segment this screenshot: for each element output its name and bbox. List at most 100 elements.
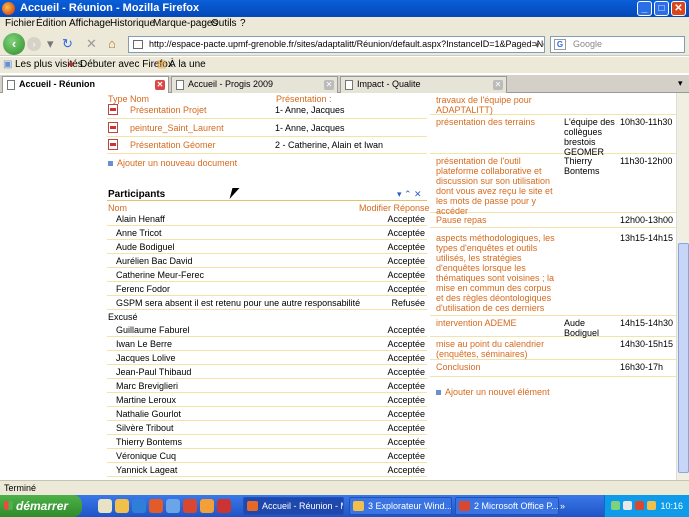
participant-response: Acceptée: [387, 409, 425, 419]
tab-list-icon[interactable]: ▾: [678, 78, 683, 89]
agenda-topic[interactable]: présentation des terrains: [436, 117, 556, 127]
menu-outils[interactable]: Outils: [211, 18, 237, 29]
agenda-topic[interactable]: présentation de l'outil plateforme colla…: [436, 156, 556, 216]
participant-row: Catherine Meur-Ferec Acceptée: [107, 268, 427, 282]
participant-name: GSPM sera absent il est retenu pour une …: [116, 298, 361, 308]
history-dropdown-icon[interactable]: ▾: [47, 37, 54, 51]
tray-volume-icon[interactable]: [623, 501, 632, 510]
forward-button[interactable]: ›: [27, 37, 41, 51]
minimize-button[interactable]: _: [637, 1, 652, 16]
tray-network-icon[interactable]: [611, 501, 620, 510]
maximize-button[interactable]: □: [654, 1, 669, 16]
agenda-topic[interactable]: Pause repas: [436, 215, 556, 225]
agenda-topic[interactable]: aspects méthodologiques, les types d'enq…: [436, 233, 556, 313]
stop-icon[interactable]: ✕: [86, 37, 97, 51]
agenda-row: Conclusion 16h30-17h: [430, 361, 676, 377]
quicklaunch-pdf-icon[interactable]: [217, 499, 231, 513]
taskbar-expand-icon[interactable]: »: [560, 501, 565, 511]
task-explorer-icon: [353, 501, 364, 511]
start-button[interactable]: démarrer: [0, 495, 82, 517]
home-icon[interactable]: ⌂: [108, 37, 116, 51]
tab-progis[interactable]: Accueil - Progis 2009 ✕: [171, 76, 338, 93]
participants-web-part-controls[interactable]: ▾ ⌃ ✕: [397, 189, 422, 200]
participant-response: Acceptée: [387, 325, 425, 335]
task-firefox[interactable]: Accueil - Réunion - M...: [243, 497, 344, 515]
agenda-topic[interactable]: intervention ADEME: [436, 318, 556, 328]
agenda-topic[interactable]: Conclusion: [436, 362, 556, 372]
task-explorer[interactable]: 3 Explorateur Wind...: [349, 497, 452, 515]
search-placeholder: Google: [573, 39, 603, 49]
add-document-link[interactable]: Ajouter un nouveau document: [108, 158, 237, 168]
task-office[interactable]: 2 Microsoft Office P...: [455, 497, 559, 515]
scrollbar-thumb[interactable]: [678, 243, 689, 473]
tab-page-icon: [345, 80, 353, 90]
menu-edition[interactable]: Édition: [36, 18, 67, 29]
task-label: 3 Explorateur Wind...: [368, 501, 452, 511]
task-label: 2 Microsoft Office P...: [474, 501, 559, 511]
participant-response: Acceptée: [387, 395, 425, 405]
agenda-time: 14h30-15h15: [620, 339, 674, 349]
participant-row: GSPM sera absent il est retenu pour une …: [107, 296, 427, 310]
url-dropdown-icon[interactable]: ▾: [535, 38, 540, 52]
agenda-time: 16h30-17h: [620, 362, 664, 372]
participant-response: Acceptée: [387, 437, 425, 447]
quicklaunch-desktop-icon[interactable]: [98, 499, 112, 513]
tab-impact[interactable]: Impact - Qualite ✕: [340, 76, 507, 93]
menu-affichage[interactable]: Affichage: [69, 18, 111, 29]
window-titlebar: Accueil - Réunion - Mozilla Firefox _ □ …: [0, 0, 689, 17]
participant-row: Ferenc Fodor Acceptée: [107, 282, 427, 296]
menu-help[interactable]: ?: [240, 18, 246, 29]
menu-historique[interactable]: Historique: [110, 18, 155, 29]
url-bar[interactable]: http://espace-pacte.upmf-grenoble.fr/sit…: [128, 36, 545, 53]
participant-response: Acceptée: [387, 423, 425, 433]
quicklaunch-firefox-icon[interactable]: [149, 499, 163, 513]
add-agenda-label: Ajouter un nouvel élément: [445, 387, 550, 397]
tab-close-icon[interactable]: ✕: [155, 80, 165, 90]
page-scrollbar[interactable]: [676, 93, 689, 480]
tab-strip: Accueil - Réunion ✕ Accueil - Progis 200…: [0, 75, 689, 93]
quicklaunch-media-icon[interactable]: [166, 499, 180, 513]
tab-accueil-reunion[interactable]: Accueil - Réunion ✕: [2, 76, 169, 93]
participant-name: Guillaume Faburel: [116, 325, 190, 335]
close-window-button[interactable]: ✕: [671, 1, 686, 16]
bookmark-headlines[interactable]: À la une: [169, 59, 206, 70]
add-agenda-item-link[interactable]: Ajouter un nouvel élément: [436, 387, 550, 397]
quicklaunch-ie-icon[interactable]: [132, 499, 146, 513]
bookmarks-toolbar: ▣ Les plus visités ● Débuter avec Firefo…: [0, 57, 689, 73]
tab-close-icon[interactable]: ✕: [324, 80, 334, 90]
agenda-topic[interactable]: travaux de l'équipe pour ADAPTALITT): [436, 95, 556, 115]
google-engine-icon[interactable]: G: [554, 39, 566, 50]
agenda-row: travaux de l'équipe pour ADAPTALITT): [430, 94, 676, 115]
participant-name: Catherine Meur-Ferec: [116, 270, 205, 280]
participant-name: Jean-Paul Thibaud: [116, 367, 192, 377]
participant-row: Anne Tricot Acceptée: [107, 226, 427, 240]
quicklaunch-app-icon[interactable]: [183, 499, 197, 513]
tab-close-icon[interactable]: ✕: [493, 80, 503, 90]
menu-fichier[interactable]: Fichier: [5, 18, 35, 29]
quicklaunch-explorer-icon[interactable]: [115, 499, 129, 513]
menu-marque-pages[interactable]: Marque-pages: [153, 18, 217, 29]
participant-row: Guillaume Faburel Acceptée: [107, 323, 427, 337]
page-favicon-icon: [133, 40, 143, 49]
tray-security-icon[interactable]: [635, 501, 644, 510]
agenda-topic[interactable]: mise au point du calendrier (enquêtes, s…: [436, 339, 556, 359]
document-link[interactable]: Présentation Projet: [130, 105, 207, 115]
document-link[interactable]: peinture_Saint_Laurent: [130, 123, 224, 133]
bookmark-firefox-icon: ●: [68, 59, 75, 70]
agenda-who: L'équipe des collègues brestois GEOMER: [564, 117, 615, 157]
back-button[interactable]: ‹: [3, 33, 25, 55]
task-office-icon: [459, 501, 470, 511]
url-text: http://espace-pacte.upmf-grenoble.fr/sit…: [149, 39, 545, 49]
document-link[interactable]: Présentation Géomer: [130, 140, 216, 150]
tray-app-icon[interactable]: [647, 501, 656, 510]
participant-row: Thierry Bontems Acceptée: [107, 435, 427, 449]
quicklaunch-folder-icon[interactable]: [200, 499, 214, 513]
rss-icon: ▤: [157, 59, 167, 70]
reload-icon[interactable]: ↻: [62, 37, 73, 51]
add-document-label: Ajouter un nouveau document: [117, 158, 238, 168]
participant-response: Acceptée: [387, 353, 425, 363]
participants-divider: [107, 200, 427, 201]
participant-row: Alain Henaff Acceptée: [107, 212, 427, 226]
bookmark-star-icon[interactable]: ☆: [519, 38, 529, 52]
search-input[interactable]: G Google: [550, 36, 685, 53]
